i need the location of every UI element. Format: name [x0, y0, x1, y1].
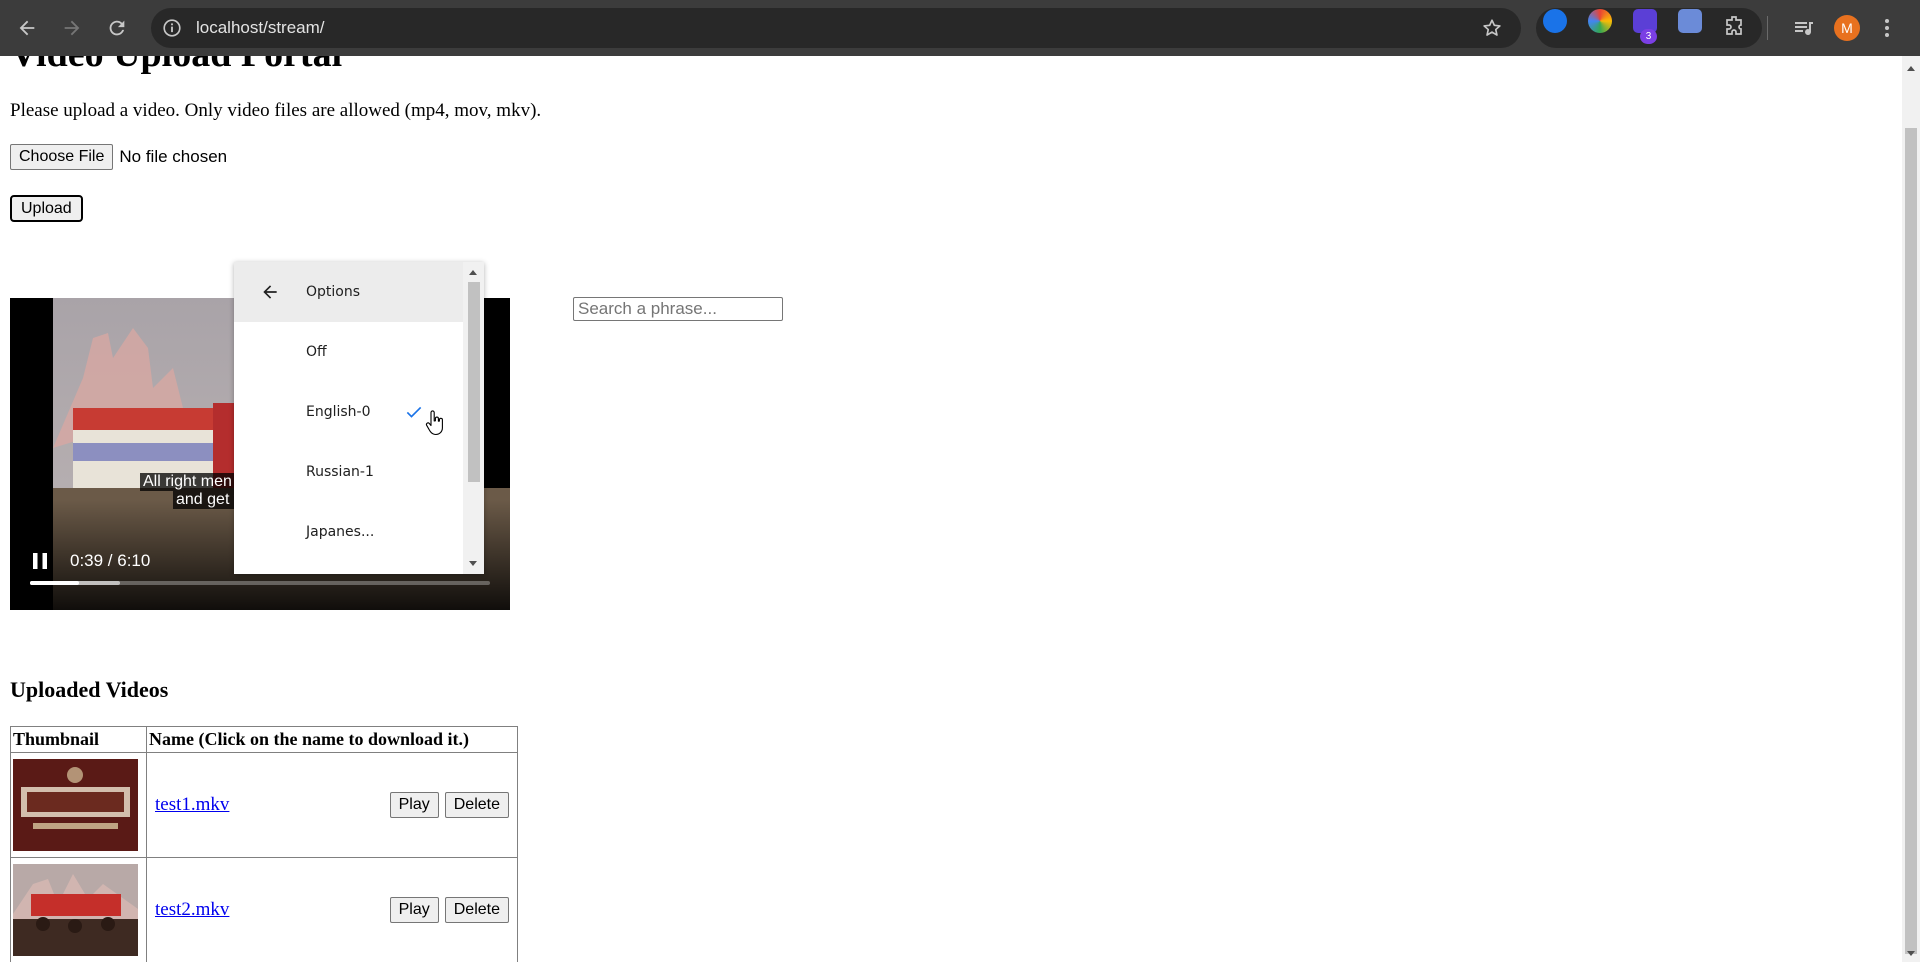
- table-row: test1.mkv Play Delete: [10, 752, 518, 858]
- reload-button[interactable]: [99, 10, 135, 46]
- table-row: test2.mkv Play Delete: [10, 857, 518, 962]
- menu-scroll-thumb[interactable]: [468, 282, 480, 482]
- delete-button[interactable]: Delete: [444, 897, 509, 923]
- video-download-link[interactable]: test1.mkv: [155, 794, 229, 816]
- pause-icon[interactable]: [32, 552, 48, 570]
- extension-badge: 3: [1640, 29, 1657, 44]
- forward-arrow-icon: [64, 20, 80, 36]
- video-thumbnail: [13, 759, 138, 851]
- scroll-down-arrow-icon[interactable]: [1907, 951, 1915, 956]
- address-bar[interactable]: localhost/stream/: [151, 8, 1521, 48]
- caption-option-russian[interactable]: Russian-1: [234, 442, 463, 502]
- bookmark-star-icon[interactable]: [1481, 17, 1503, 39]
- caption-option-off[interactable]: Off: [234, 322, 463, 382]
- page-title: Video Upload Portal: [10, 56, 342, 76]
- subtitle-line-1: All right men: [140, 473, 235, 491]
- scroll-up-arrow-icon[interactable]: [469, 270, 477, 275]
- file-status: No file chosen: [119, 147, 228, 166]
- reload-icon: [109, 20, 125, 36]
- media-queue-icon[interactable]: [1792, 16, 1816, 44]
- caption-option-label: Off: [306, 344, 327, 360]
- file-input[interactable]: Choose File No file chosen: [10, 144, 228, 170]
- site-info-icon[interactable]: [161, 17, 183, 39]
- thumbnail-column-header: Thumbnail: [10, 726, 147, 753]
- scroll-down-arrow-icon[interactable]: [469, 561, 477, 566]
- back-arrow-icon: [19, 20, 35, 36]
- profile-avatar[interactable]: M: [1834, 15, 1860, 41]
- play-button[interactable]: Play: [389, 897, 439, 923]
- played-bar: [30, 581, 79, 585]
- color-picker-extension-icon[interactable]: [1588, 9, 1612, 33]
- time-display: 0:39 / 6:10: [70, 551, 151, 570]
- url-text[interactable]: localhost/stream/: [196, 8, 325, 48]
- toolbar-separator: [1767, 16, 1768, 40]
- menu-scrollbar[interactable]: [463, 262, 484, 574]
- video-thumbnail: [13, 864, 138, 956]
- uploaded-videos-title: Uploaded Videos: [10, 677, 169, 702]
- scroll-up-arrow-icon[interactable]: [1907, 66, 1915, 71]
- delete-button[interactable]: Delete: [444, 792, 509, 818]
- captions-menu: Options Off English-0 Russian-1 Japanes.…: [234, 262, 484, 574]
- table-header-row: Thumbnail Name (Click on the name to dow…: [10, 726, 518, 753]
- thumbnail-cell: [10, 857, 147, 962]
- profile-extension-icon[interactable]: [1678, 9, 1702, 33]
- video-download-link[interactable]: test2.mkv: [155, 899, 229, 921]
- checkmark-icon: [406, 406, 422, 418]
- uploaded-videos-table: Thumbnail Name (Click on the name to dow…: [10, 726, 518, 962]
- play-button[interactable]: Play: [389, 792, 439, 818]
- browser-toolbar: localhost/stream/ 3 M: [0, 0, 1920, 56]
- page-scroll-thumb[interactable]: [1905, 128, 1917, 954]
- name-column-header: Name (Click on the name to download it.): [146, 726, 518, 753]
- hand-cursor-icon: [425, 410, 443, 436]
- extensions-puzzle-icon[interactable]: [1723, 14, 1747, 42]
- caption-option-label: Russian-1: [306, 464, 374, 480]
- back-button[interactable]: [9, 10, 45, 46]
- upload-instructions: Please upload a video. Only video files …: [10, 100, 542, 121]
- caption-option-label: Japanes...: [306, 524, 375, 540]
- caption-option-japanese[interactable]: Japanes...: [234, 502, 463, 562]
- menu-header-label: Options: [306, 284, 361, 300]
- name-cell: test2.mkv Play Delete: [146, 857, 518, 962]
- menu-back-header[interactable]: Options: [234, 262, 463, 322]
- page-content: Video Upload Portal Please upload a vide…: [0, 56, 1902, 962]
- name-cell: test1.mkv Play Delete: [146, 752, 518, 858]
- upload-button[interactable]: Upload: [10, 195, 83, 222]
- search-phrase-input[interactable]: [573, 297, 783, 321]
- kebab-menu-icon[interactable]: [1883, 16, 1891, 44]
- shazam-extension-icon[interactable]: [1543, 9, 1567, 33]
- back-arrow-icon: [263, 285, 277, 299]
- choose-file-button[interactable]: Choose File: [10, 144, 114, 170]
- page-scrollbar[interactable]: [1902, 56, 1920, 962]
- forward-button[interactable]: [54, 10, 90, 46]
- thumbnail-cell: [10, 752, 147, 858]
- caption-option-label: English-0: [306, 404, 371, 420]
- progress-bar[interactable]: [30, 581, 490, 585]
